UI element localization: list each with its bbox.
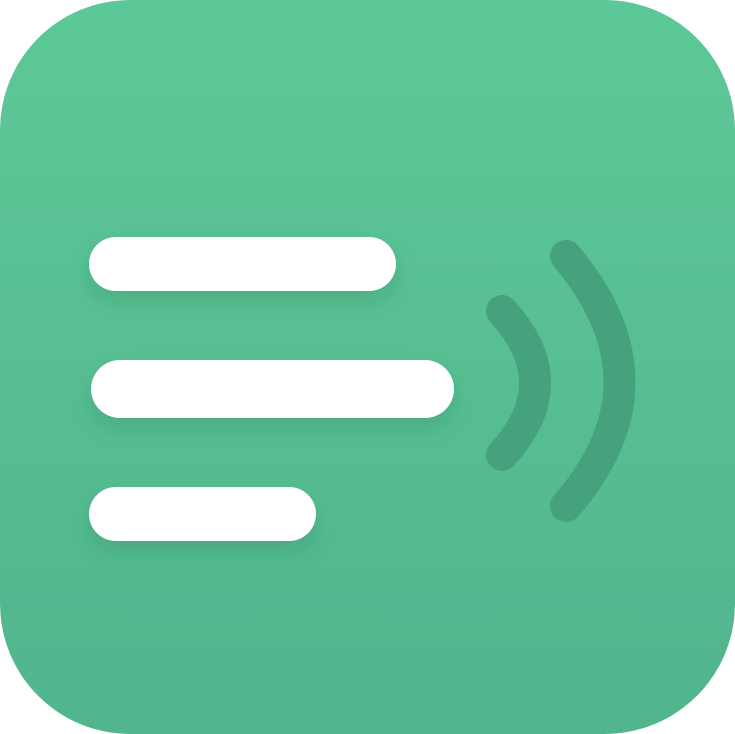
text-line-bottom [89, 487, 316, 541]
app-icon [0, 0, 735, 734]
text-line-middle [91, 360, 454, 418]
text-line-top [89, 237, 396, 291]
app-icon-graphic [0, 0, 735, 734]
